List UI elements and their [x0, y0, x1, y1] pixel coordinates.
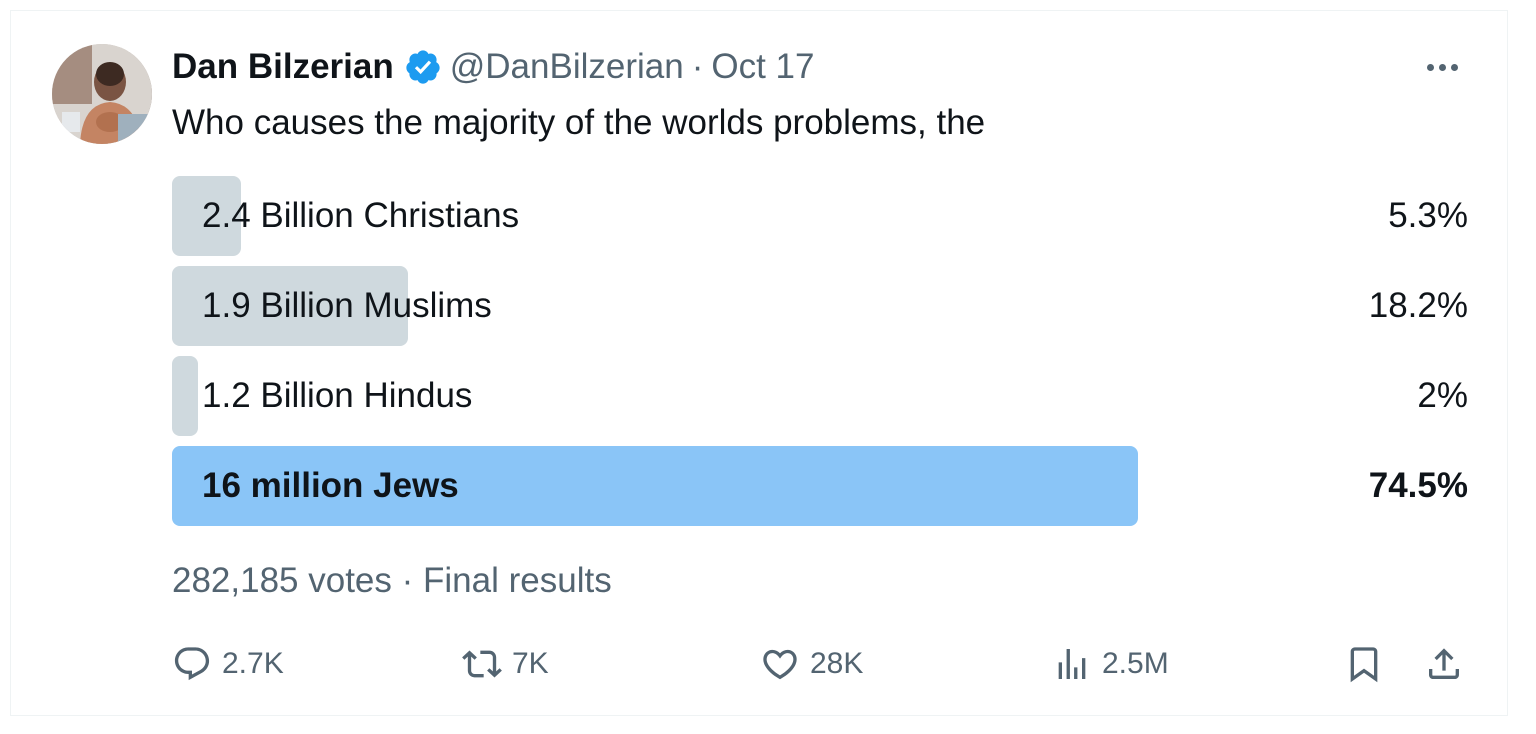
poll-votes: 282,185 votes — [172, 561, 392, 600]
analytics-bars-icon — [1058, 649, 1086, 679]
poll-option-label: 16 million Jews — [202, 466, 459, 505]
tweet-header: Dan Bilzerian @DanBilzerian · Oct 17 — [172, 44, 814, 90]
reply-button[interactable]: 2.7K — [172, 636, 284, 692]
poll-option-percent: 18.2% — [1368, 286, 1468, 325]
tweet-text: Who causes the majority of the worlds pr… — [172, 103, 986, 142]
poll-option-percent: 5.3% — [1388, 196, 1468, 235]
avatar-photo — [52, 44, 152, 144]
poll-option: 16 million Jews 74.5% — [172, 446, 1468, 526]
poll-option-percent: 2% — [1417, 376, 1468, 415]
share-upload-icon — [1429, 648, 1459, 679]
header-separator: · — [691, 47, 704, 86]
poll-bar — [172, 356, 198, 436]
poll: 2.4 Billion Christians 5.3% 1.9 Billion … — [172, 176, 1468, 536]
like-count: 28K — [810, 647, 864, 680]
poll-meta: 282,185 votes · Final results — [172, 558, 612, 604]
views-count: 2.5M — [1102, 647, 1169, 680]
share-button[interactable] — [1424, 636, 1464, 692]
like-button[interactable]: 28K — [760, 636, 863, 692]
poll-option-percent: 74.5% — [1368, 466, 1468, 505]
poll-option-label: 1.9 Billion Muslims — [202, 286, 492, 325]
repost-arrows-icon — [462, 650, 502, 678]
more-horizontal-icon[interactable] — [1422, 52, 1462, 82]
poll-option-label: 1.2 Billion Hindus — [202, 376, 473, 415]
verified-badge-icon[interactable] — [404, 48, 442, 86]
author-name[interactable]: Dan Bilzerian — [172, 44, 394, 90]
repost-button[interactable]: 7K — [462, 636, 549, 692]
bookmark-button[interactable] — [1344, 636, 1384, 692]
repost-count: 7K — [512, 647, 549, 680]
tweet-date[interactable]: Oct 17 — [711, 44, 814, 90]
reply-count: 2.7K — [222, 647, 284, 680]
reply-bubble-icon — [174, 647, 210, 681]
avatar[interactable] — [52, 44, 152, 144]
poll-status: Final results — [423, 561, 612, 600]
poll-option: 1.9 Billion Muslims 18.2% — [172, 266, 1468, 346]
poll-option: 1.2 Billion Hindus 2% — [172, 356, 1468, 436]
poll-meta-separator: · — [401, 561, 414, 600]
action-bar: 2.7K 7K 28K 2.5M — [172, 636, 1472, 692]
poll-option-label: 2.4 Billion Christians — [202, 196, 520, 235]
poll-option: 2.4 Billion Christians 5.3% — [172, 176, 1468, 256]
bookmark-icon — [1350, 647, 1378, 683]
views-button[interactable]: 2.5M — [1052, 636, 1169, 692]
author-handle[interactable]: @DanBilzerian — [450, 44, 684, 90]
heart-icon — [763, 649, 797, 680]
